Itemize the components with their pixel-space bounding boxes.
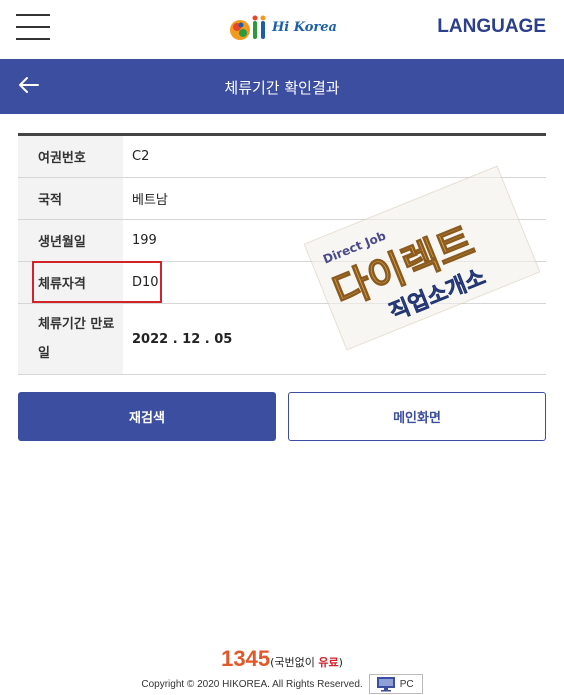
menu-icon[interactable] (16, 12, 50, 42)
call-center-suffix: ) (338, 656, 343, 669)
title-bar: 체류기간 확인결과 (0, 59, 564, 114)
birthdate-label: 생년월일 (18, 220, 123, 261)
logo-emblem-icon (230, 15, 266, 40)
monitor-icon (376, 677, 395, 692)
call-center-number[interactable]: 1345 (221, 646, 270, 671)
main-page-button[interactable]: 메인화면 (288, 392, 546, 441)
call-center-free-label: 유료 (318, 656, 339, 669)
pc-version-button[interactable]: PC (368, 674, 423, 694)
table-row-birthdate: 생년월일 199 (18, 220, 546, 262)
table-row-passport: 여권번호 C2 (18, 136, 546, 178)
call-center-info: 1345(국번없이 유료) (0, 646, 564, 672)
expiry-label: 체류기간 만료일 (18, 304, 123, 374)
table-row-visa-status: 체류자격 D10 (18, 262, 546, 304)
passport-label: 여권번호 (18, 136, 123, 177)
table-row-expiry: 체류기간 만료일 2022 . 12 . 05 (18, 304, 546, 375)
result-table: 여권번호 C2 국적 베트남 생년월일 199 체류자격 D10 체류기간 만료… (18, 133, 546, 375)
copyright-text: Copyright © 2020 HIKOREA. All Rights Res… (141, 678, 363, 690)
visa-status-value: D10 (132, 275, 159, 290)
language-button[interactable]: LANGUAGE (437, 16, 546, 38)
table-row-nationality: 국적 베트남 (18, 178, 546, 220)
nationality-label: 국적 (18, 178, 123, 219)
birthdate-value: 199 (132, 233, 157, 248)
top-header: Hi Korea LANGUAGE (0, 0, 564, 58)
page-title: 체류기간 확인결과 (224, 79, 340, 97)
passport-value: C2 (132, 149, 150, 164)
nationality-value: 베트남 (132, 193, 168, 208)
footer-copyright: Copyright © 2020 HIKOREA. All Rights Res… (0, 674, 564, 694)
pc-label: PC (399, 678, 414, 690)
hikorea-logo[interactable]: Hi Korea (228, 13, 338, 47)
call-center-prefix: (국번없이 (270, 656, 319, 669)
research-button[interactable]: 재검색 (18, 392, 276, 441)
logo-text: Hi Korea (272, 20, 337, 35)
visa-status-label: 체류자격 (18, 262, 123, 303)
expiry-value: 2022 . 12 . 05 (132, 331, 233, 347)
